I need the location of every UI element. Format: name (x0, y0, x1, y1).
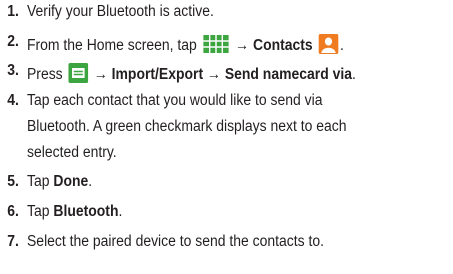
import-export-label: Import/Export (111, 66, 204, 83)
instructions-document: 1. Verify your Bluetooth is active. 2. F… (0, 0, 453, 274)
done-label: Done (53, 173, 89, 190)
step-text: Tap Done. (27, 174, 92, 190)
step-number: 7. (7, 233, 19, 250)
step-end: . (118, 203, 123, 220)
contacts-label: Contacts (252, 37, 313, 54)
bluetooth-label: Bluetooth (53, 203, 119, 220)
step-number: 3. (7, 62, 19, 79)
step-text-part: From the Home screen, tap (27, 37, 197, 54)
step-text-line-3: selected entry. (27, 144, 117, 161)
step-number: 4. (7, 92, 19, 109)
step-text-part: Tap (27, 203, 50, 220)
step-number: 5. (7, 173, 19, 190)
step-text-line-1: Tap each contact that you would like to … (27, 92, 323, 109)
step-text: Tap Bluetooth. (27, 204, 122, 220)
step-end: . (88, 173, 93, 190)
step-number: 6. (7, 203, 19, 220)
send-namecard-label: Send namecard via (224, 66, 352, 83)
apps-grid-icon (203, 35, 229, 53)
step-text: From the Home screen, tap → Contacts . (27, 34, 344, 54)
step-number: 1. (7, 3, 19, 20)
step-text: Select the paired device to send the con… (27, 233, 325, 250)
contacts-person-icon (318, 34, 339, 54)
step-number: 2. (7, 33, 19, 50)
step-text-part: Press (27, 66, 63, 83)
menu-key-icon (68, 63, 89, 83)
arrow-glyph: → (235, 37, 250, 54)
step-end: . (339, 37, 344, 54)
step-text-line-2: Bluetooth. A green checkmark displays ne… (27, 118, 347, 135)
step-text: Verify your Bluetooth is active. (27, 3, 214, 20)
step-text: Press → Import/Export → Send namecard vi… (27, 63, 356, 83)
arrow-glyph: → (207, 66, 221, 83)
arrow-glyph: → (93, 66, 108, 83)
step-end: . (351, 66, 356, 83)
step-text-part: Tap (27, 173, 50, 190)
